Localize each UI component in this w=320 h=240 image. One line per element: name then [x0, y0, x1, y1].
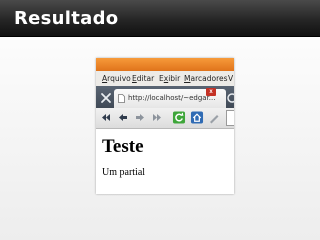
forward-icon[interactable] [134, 111, 146, 124]
reload-icon[interactable] [172, 111, 186, 124]
fast-forward-icon[interactable] [151, 111, 163, 124]
edit-icon[interactable] [208, 111, 220, 124]
tools-icon[interactable] [100, 92, 112, 104]
navigation-toolbar [96, 108, 234, 129]
titlebar [96, 58, 234, 71]
menu-item-exibir[interactable]: Exibir [159, 74, 180, 83]
menu-item-more[interactable]: V [228, 74, 233, 83]
browser-screenshot: Arquivo Editar Exibir Marcadores V http:… [96, 58, 234, 194]
back-icon[interactable] [117, 111, 129, 124]
tab-close-button[interactable]: x [206, 88, 216, 96]
address-field-edge[interactable] [226, 110, 234, 126]
slide-header: Resultado [0, 0, 320, 37]
menu-item-arquivo[interactable]: Arquivo [102, 74, 131, 83]
menu-item-editar[interactable]: Editar [132, 74, 154, 83]
slide-title: Resultado [14, 8, 119, 29]
menu-bar: Arquivo Editar Exibir Marcadores V [96, 71, 234, 86]
tab-bar: http://localhost/~edgar... x [96, 86, 234, 108]
new-tab-icon[interactable] [227, 93, 234, 103]
page-heading: Teste [102, 136, 144, 157]
menu-item-marcadores[interactable]: Marcadores [184, 74, 228, 83]
rewind-icon[interactable] [100, 111, 112, 124]
page-icon [118, 94, 125, 103]
browser-tab[interactable]: http://localhost/~edgar... x [114, 88, 226, 108]
home-icon[interactable] [190, 111, 204, 124]
page-text: Um partial [102, 167, 146, 178]
tab-url: http://localhost/~edgar... [128, 94, 216, 102]
